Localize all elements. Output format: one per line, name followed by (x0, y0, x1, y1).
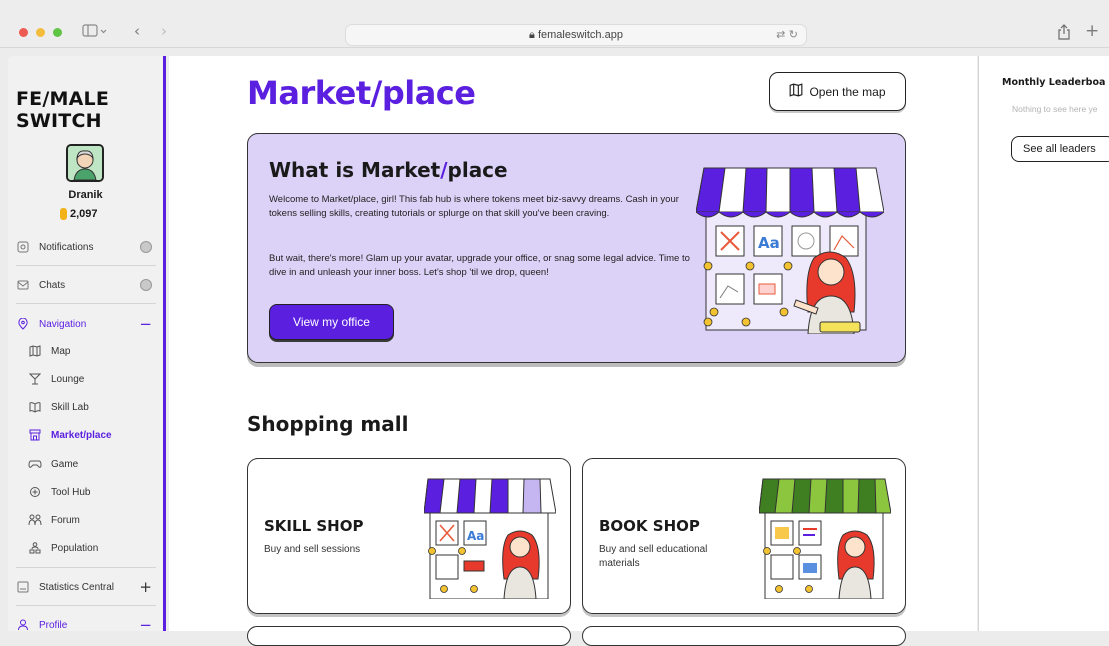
notification-badge (140, 241, 152, 253)
sidebar-item-label: Forum (51, 514, 80, 526)
coin-icon (60, 208, 67, 220)
see-all-leaders-button[interactable]: See all leaders (1011, 136, 1109, 162)
bell-icon (16, 240, 30, 254)
forum-icon (28, 513, 42, 527)
logo: FE/MALE SWITCH (16, 88, 109, 132)
sidebar-item-marketplace[interactable]: Market/place (28, 425, 168, 445)
sidebar-item-chats[interactable]: Chats (16, 275, 156, 295)
user-name: Dranik (68, 189, 103, 201)
expand-icon[interactable]: + (139, 578, 152, 596)
back-icon[interactable]: ‹ (134, 22, 140, 40)
main-content: Market/place Open the map What is Market… (169, 56, 977, 646)
sidebar-section-label: Profile (39, 619, 68, 631)
svg-text:Aa: Aa (467, 529, 484, 543)
skill-shop-illustration: Aa (424, 478, 556, 599)
intro-title: What is Market/place (269, 158, 508, 182)
book-icon (28, 400, 42, 414)
map-icon (789, 83, 803, 100)
sidebar-section-label: Navigation (39, 318, 87, 330)
sidebar-item-label: Chats (39, 279, 66, 291)
zoom-window-button[interactable] (53, 28, 62, 37)
intro-paragraph: But wait, there's more! Glam up your ava… (269, 253, 690, 278)
sidebar-item-label: Lounge (51, 373, 85, 385)
token-count: 2,097 (70, 208, 98, 220)
book-shop-card[interactable]: BOOK SHOP Buy and sell educational mater… (582, 458, 906, 614)
sidebar-item-lounge[interactable]: Lounge (28, 369, 168, 389)
marketplace-intro-card: What is Market/place Welcome to Market/p… (247, 133, 906, 363)
sidebar-item-population[interactable]: Population (28, 538, 168, 558)
address-bar[interactable]: 🔒︎ femaleswitch.app ⇄ ↻ (345, 24, 807, 46)
location-pin-icon (16, 317, 30, 331)
intro-title-part: place (447, 158, 508, 182)
sidebar-item-label: Game (51, 458, 79, 470)
map-icon (28, 344, 42, 358)
shop-title: BOOK SHOP (599, 517, 700, 535)
intro-title-part: What is Market (269, 158, 441, 182)
share-icon[interactable] (1057, 24, 1071, 44)
divider (16, 265, 156, 266)
sidebar-toggle-icon[interactable] (82, 24, 108, 42)
skill-shop-card[interactable]: SKILL SHOP Buy and sell sessions Aa (247, 458, 571, 614)
leaderboard-panel: Monthly Leaderboa Nothing to see here ye… (978, 56, 1109, 631)
sidebar-item-skill-lab[interactable]: Skill Lab (28, 397, 168, 417)
gamepad-icon (28, 457, 42, 471)
shop-card-peek[interactable] (247, 626, 571, 646)
translate-reload-icon[interactable]: ⇄ ↻ (776, 28, 798, 41)
page-title: Market/place (247, 74, 476, 112)
statistics-icon (16, 580, 30, 594)
window-controls (19, 28, 62, 37)
leaderboard-title: Monthly Leaderboa (1002, 77, 1106, 88)
sidebar-section-navigation[interactable]: Navigation − (16, 314, 156, 334)
forward-icon[interactable]: › (161, 22, 167, 40)
sidebar-item-game[interactable]: Game (28, 454, 168, 474)
svg-text:Aa: Aa (758, 234, 780, 252)
people-icon (28, 541, 42, 555)
shop-description: Buy and sell sessions (264, 544, 361, 555)
url-text: 🔒︎ femaleswitch.app (529, 29, 623, 41)
avatar[interactable] (66, 144, 104, 182)
sidebar-item-notifications[interactable]: Notifications (16, 237, 156, 257)
store-icon (28, 428, 42, 442)
divider (16, 303, 156, 304)
intro-paragraph: Welcome to Market/place, girl! This fab … (269, 194, 679, 219)
shop-title: SKILL SHOP (264, 517, 364, 535)
collapse-icon[interactable]: − (139, 616, 152, 634)
chat-badge (140, 279, 152, 291)
section-title: Shopping mall (247, 412, 409, 436)
sidebar-item-map[interactable]: Map (28, 341, 168, 361)
user-icon (16, 618, 30, 632)
sidebar-item-label: Statistics Central (39, 581, 115, 593)
sidebar-item-label: Map (51, 345, 71, 357)
sidebar-section-profile[interactable]: Profile − (16, 615, 156, 635)
browser-toolbar: ‹ › 🔒︎ femaleswitch.app ⇄ ↻ + (0, 0, 1109, 48)
close-window-button[interactable] (19, 28, 28, 37)
cocktail-icon (28, 372, 42, 386)
leaderboard-empty-text: Nothing to see here ye (1012, 104, 1098, 114)
shop-description: Buy and sell educational materials (599, 544, 708, 569)
minimize-window-button[interactable] (36, 28, 45, 37)
new-tab-icon[interactable]: + (1085, 21, 1099, 41)
sidebar-item-tool-hub[interactable]: Tool Hub (28, 482, 168, 502)
open-map-label: Open the map (809, 84, 886, 99)
sidebar-item-label: Skill Lab (51, 401, 89, 413)
sidebar-item-statistics-central[interactable]: Statistics Central + (16, 577, 156, 597)
sidebar: FE/MALE SWITCH Dranik 2,097 Notification… (8, 56, 168, 634)
divider (16, 567, 156, 568)
intro-title-slash: / (440, 158, 448, 182)
sidebar-item-label: Tool Hub (51, 486, 91, 498)
token-balance: 2,097 (60, 208, 98, 220)
chat-icon (16, 278, 30, 292)
shop-illustration: Aa (696, 167, 884, 334)
sidebar-item-label: Population (51, 542, 99, 554)
shop-card-peek[interactable] (582, 626, 906, 646)
open-map-button[interactable]: Open the map (769, 72, 906, 111)
collapse-icon[interactable]: − (139, 315, 152, 333)
sidebar-item-forum[interactable]: Forum (28, 510, 168, 530)
sidebar-item-label: Market/place (51, 429, 112, 441)
view-office-button[interactable]: View my office (269, 304, 394, 340)
sidebar-item-label: Notifications (39, 241, 94, 253)
tool-icon (28, 485, 42, 499)
divider (16, 605, 156, 606)
book-shop-illustration (759, 478, 891, 599)
